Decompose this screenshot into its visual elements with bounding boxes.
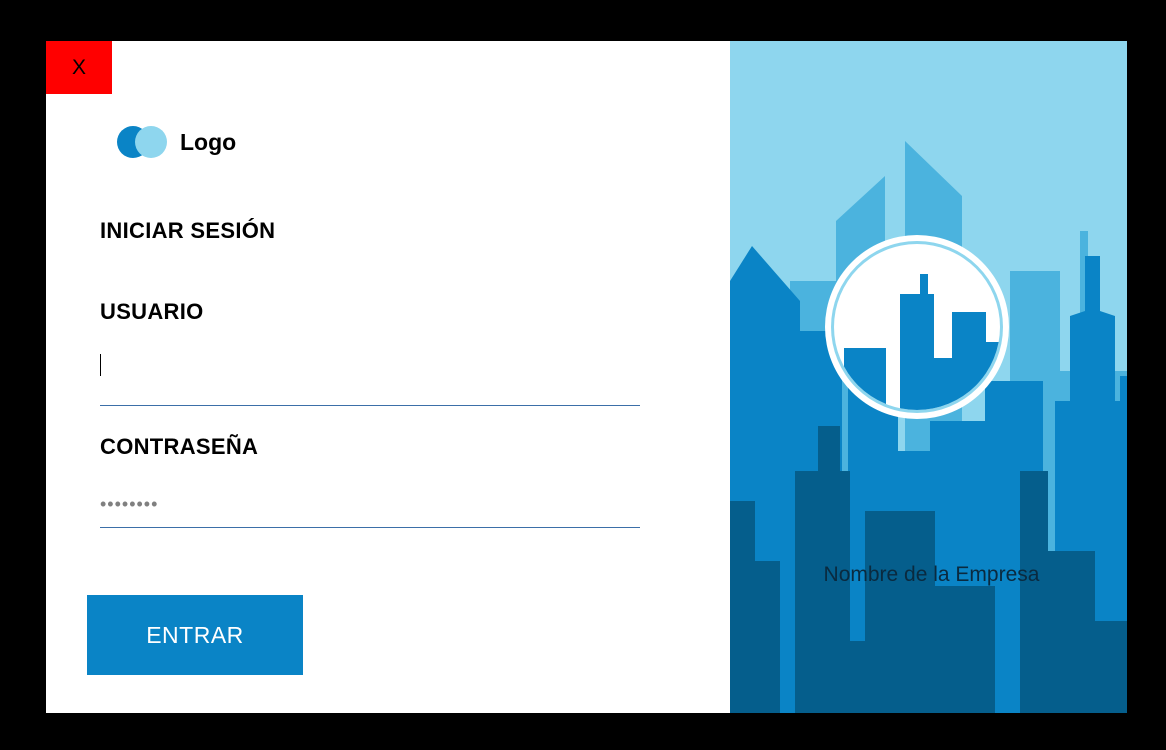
password-label: CONTRASEÑA [100, 434, 259, 459]
password-input[interactable] [100, 481, 640, 528]
branding-panel: Nombre de la Empresa [730, 41, 1127, 713]
username-input[interactable] [100, 349, 640, 406]
enter-button[interactable]: ENTRAR [87, 595, 303, 675]
username-label: USUARIO [100, 299, 204, 324]
close-icon: X [71, 55, 86, 79]
logo-text: Logo [180, 128, 237, 155]
overlapping-circles-logo-icon [117, 126, 167, 158]
company-name: Nombre de la Empresa [823, 563, 1040, 586]
enter-button-label: ENTRAR [146, 621, 244, 648]
page-title: INICIAR SESIÓN [100, 218, 276, 243]
city-skyline-icon [825, 235, 1009, 419]
logo: Logo [116, 125, 236, 159]
login-window: X Logo INICIAR SESIÓN USUARIO CONTRASEÑA… [46, 41, 1127, 713]
login-panel: X Logo INICIAR SESIÓN USUARIO CONTRASEÑA… [46, 41, 730, 713]
close-button[interactable]: X [46, 41, 112, 94]
text-cursor [100, 354, 101, 376]
